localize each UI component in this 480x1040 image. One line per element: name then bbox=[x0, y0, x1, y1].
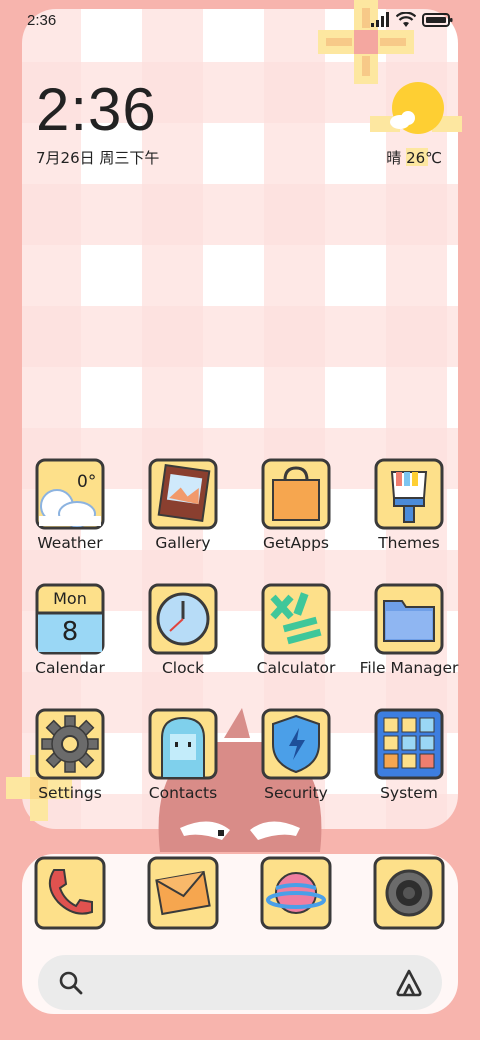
app-label-calendar: Calendar bbox=[35, 659, 105, 677]
calendar-day: 8 bbox=[61, 617, 79, 647]
weather-icon bbox=[35, 458, 105, 530]
app-clock[interactable]: Clock bbox=[128, 583, 238, 677]
clock-icon bbox=[148, 583, 218, 655]
app-label-system-folder: System bbox=[380, 784, 438, 802]
getapps-icon bbox=[261, 458, 331, 530]
camera-icon[interactable] bbox=[373, 856, 445, 930]
app-security[interactable]: Security bbox=[241, 708, 351, 802]
signal-icon bbox=[371, 12, 389, 27]
contacts-icon bbox=[148, 708, 218, 780]
app-weather[interactable]: 0° Weather bbox=[15, 458, 125, 552]
status-time: 2:36 bbox=[27, 12, 57, 29]
app-system-folder[interactable]: System bbox=[354, 708, 464, 802]
app-label-contacts: Contacts bbox=[148, 784, 218, 802]
wifi-icon bbox=[396, 12, 416, 27]
home-weather[interactable]: 晴 26℃ bbox=[386, 147, 442, 168]
system-folder-icon bbox=[374, 708, 444, 780]
gear-icon bbox=[35, 708, 105, 780]
messages-icon[interactable] bbox=[147, 856, 219, 930]
app-label-file-manager: File Manager bbox=[359, 659, 459, 677]
app-label-weather: Weather bbox=[37, 534, 103, 552]
app-label-security: Security bbox=[264, 784, 328, 802]
app-getapps[interactable]: GetApps bbox=[241, 458, 351, 552]
app-calendar[interactable]: Mon 8 Calendar bbox=[15, 583, 125, 677]
themes-icon bbox=[374, 458, 444, 530]
app-label-gallery: Gallery bbox=[155, 534, 211, 552]
calendar-weekday: Mon bbox=[53, 589, 87, 608]
weather-badge: 0° bbox=[77, 472, 97, 492]
app-gallery[interactable]: Gallery bbox=[128, 458, 238, 552]
browser-icon[interactable] bbox=[260, 856, 332, 930]
file-manager-icon bbox=[374, 583, 444, 655]
assistant-icon[interactable] bbox=[394, 968, 424, 998]
app-label-getapps: GetApps bbox=[263, 534, 329, 552]
app-contacts[interactable]: Contacts bbox=[128, 708, 238, 802]
status-icons bbox=[370, 12, 454, 28]
battery-icon bbox=[422, 13, 453, 27]
search-bar[interactable] bbox=[38, 955, 442, 1010]
home-clock[interactable]: 2:36 bbox=[36, 80, 157, 140]
search-icon bbox=[59, 971, 83, 995]
status-bar: 2:36 bbox=[0, 0, 480, 40]
app-settings[interactable]: Settings bbox=[15, 708, 125, 802]
phone-icon[interactable] bbox=[34, 856, 106, 930]
app-calculator[interactable]: Calculator bbox=[241, 583, 351, 677]
home-date[interactable]: 7月26日 周三下午 bbox=[36, 147, 159, 168]
security-icon bbox=[261, 708, 331, 780]
app-label-themes: Themes bbox=[378, 534, 440, 552]
app-themes[interactable]: Themes bbox=[354, 458, 464, 552]
gallery-icon bbox=[148, 458, 218, 530]
app-label-calculator: Calculator bbox=[256, 659, 336, 677]
app-label-settings: Settings bbox=[38, 784, 102, 802]
calculator-icon bbox=[261, 583, 331, 655]
app-file-manager[interactable]: File Manager bbox=[354, 583, 464, 677]
app-label-clock: Clock bbox=[161, 659, 205, 677]
